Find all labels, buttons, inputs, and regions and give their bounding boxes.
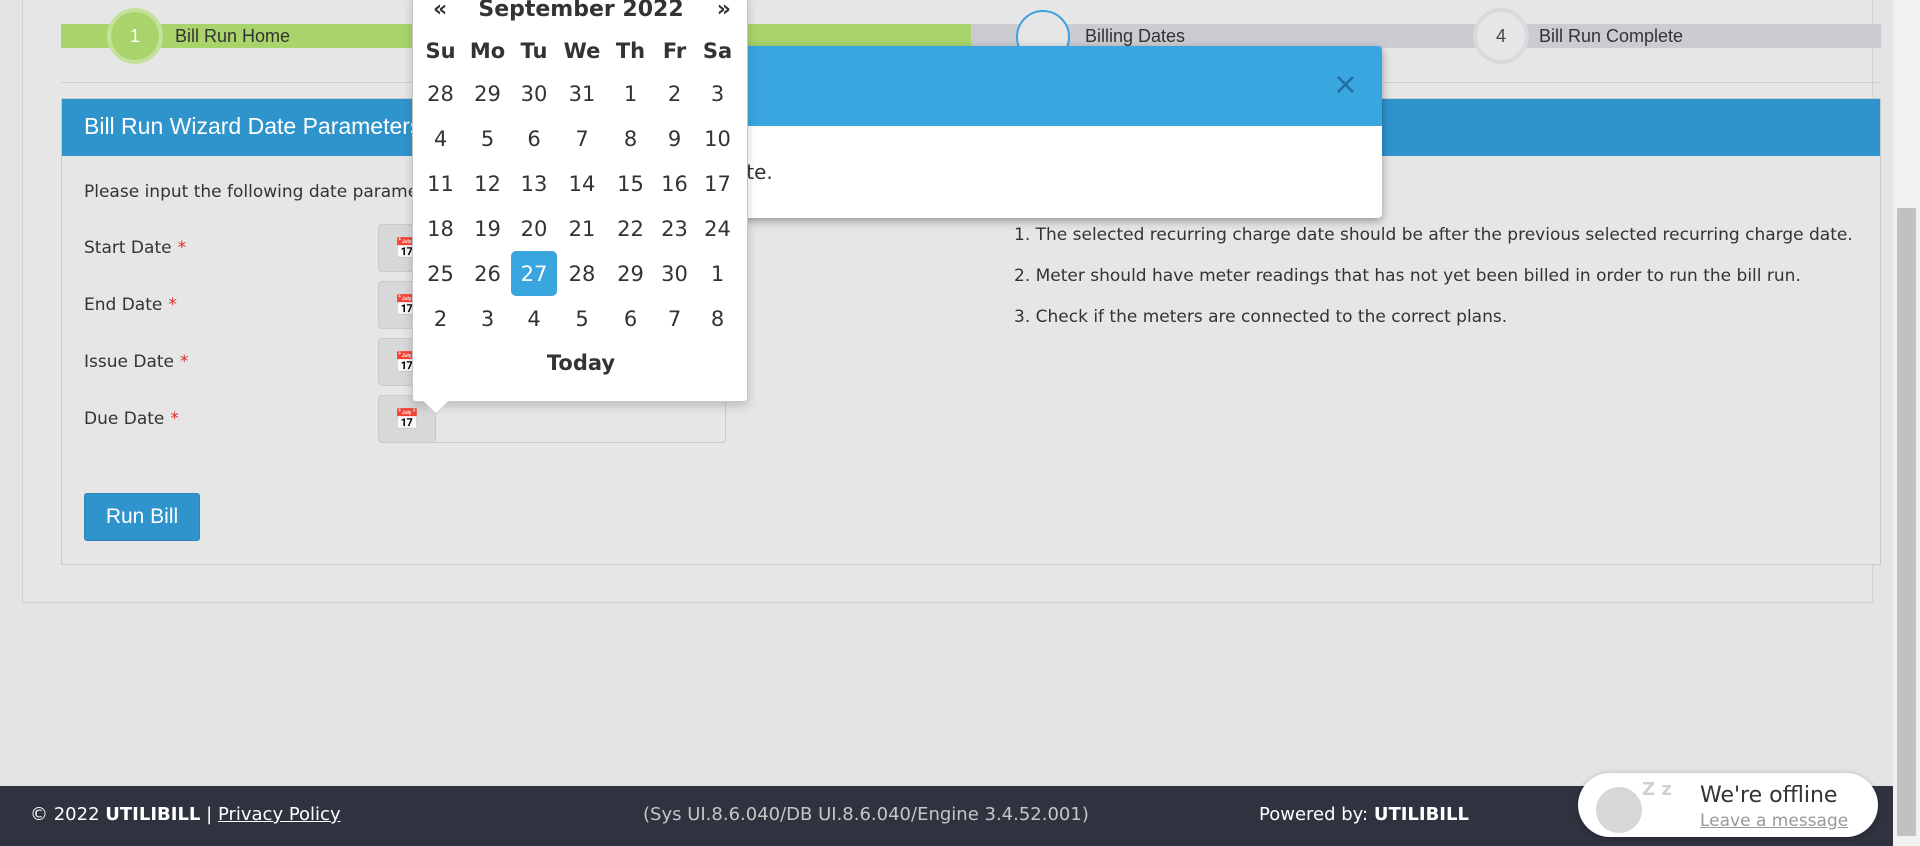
required-marker: * — [170, 409, 179, 429]
day-cell[interactable]: 3 — [464, 296, 511, 341]
note-2: 2. Meter should have meter readings that… — [1014, 266, 1801, 286]
day-cell[interactable]: 8 — [695, 296, 740, 341]
weekday-label: Mo — [469, 39, 506, 63]
scrollbar-thumb[interactable] — [1897, 208, 1916, 836]
due-date-input[interactable] — [435, 395, 726, 443]
day-cell[interactable]: 16 — [654, 161, 695, 206]
weekday-header-row: Su Mo Tu We Th Fr Sa — [417, 31, 740, 71]
next-month-button[interactable]: » — [717, 0, 731, 22]
day-cell[interactable]: 22 — [607, 206, 654, 251]
day-cell[interactable]: 8 — [607, 116, 654, 161]
day-cell[interactable]: 1 — [607, 71, 654, 116]
step-1-circle[interactable]: 1 — [107, 8, 163, 64]
day-cell[interactable]: 2 — [654, 71, 695, 116]
day-cell[interactable]: 29 — [607, 251, 654, 296]
close-icon[interactable]: × — [1333, 70, 1358, 100]
day-cell[interactable]: 13 — [511, 161, 557, 206]
issue-date-label: Issue Date * — [84, 352, 189, 372]
required-marker: * — [177, 238, 187, 258]
panel-intro: Please input the following date parame — [84, 182, 419, 202]
week-row: 11 12 13 14 15 16 17 — [417, 161, 740, 206]
day-cell[interactable]: 7 — [557, 116, 607, 161]
billing-notes: 1. The selected recurring charge date sh… — [1014, 223, 1864, 346]
step-2-label[interactable]: Billing Dates — [1085, 26, 1185, 47]
start-date-label: Start Date * — [84, 238, 187, 258]
chat-status: We're offline — [1700, 783, 1838, 808]
weekday-label: We — [563, 39, 601, 63]
run-bill-button[interactable]: Run Bill — [84, 493, 200, 541]
weekday-label: Sa — [702, 39, 733, 63]
day-cell[interactable]: 9 — [654, 116, 695, 161]
footer-version: (Sys UI.8.6.040/DB UI.8.6.040/Engine 3.4… — [643, 804, 1089, 825]
step-4-label[interactable]: Bill Run Complete — [1539, 26, 1683, 47]
day-cell[interactable]: 12 — [464, 161, 511, 206]
day-cell[interactable]: 6 — [511, 116, 557, 161]
weekday-label: Tu — [520, 39, 548, 63]
leave-message-link[interactable]: Leave a message — [1700, 811, 1848, 831]
note-3: 3. Check if the meters are connected to … — [1014, 307, 1508, 327]
day-cell[interactable]: 2 — [417, 296, 464, 341]
week-row: 28 29 30 31 1 2 3 — [417, 71, 740, 116]
modal-dialog: × ate. — [734, 46, 1382, 218]
end-date-label: End Date * — [84, 295, 177, 315]
day-cell[interactable]: 24 — [695, 206, 740, 251]
selected-day[interactable]: 27 — [511, 251, 557, 296]
day-cell[interactable]: 28 — [557, 251, 607, 296]
day-cell[interactable]: 21 — [557, 206, 607, 251]
day-cell[interactable]: 28 — [417, 71, 464, 116]
note-1: 1. The selected recurring charge date sh… — [1014, 225, 1853, 245]
required-marker: * — [180, 352, 189, 372]
day-cell[interactable]: 10 — [695, 116, 740, 161]
week-row: 2345678 — [417, 296, 740, 341]
day-cell[interactable]: 30 — [511, 71, 557, 116]
day-cell[interactable]: 7 — [654, 296, 695, 341]
day-cell[interactable]: 14 — [557, 161, 607, 206]
sleep-zz-icon: Z z — [1642, 779, 1672, 800]
chat-widget[interactable]: Z z We're offline Leave a message — [1578, 773, 1878, 837]
day-cell[interactable]: 31 — [557, 71, 607, 116]
due-date-label: Due Date * — [84, 409, 179, 429]
day-cell[interactable]: 18 — [417, 206, 464, 251]
day-cell[interactable]: 23 — [654, 206, 695, 251]
required-marker: * — [168, 295, 177, 315]
week-row: 25 26 27 28 29 30 1 — [417, 251, 740, 296]
prev-month-button[interactable]: « — [433, 0, 447, 22]
datepicker-header: September 2022 « » — [413, 0, 749, 29]
day-cell[interactable]: 19 — [464, 206, 511, 251]
day-cell[interactable]: 17 — [695, 161, 740, 206]
privacy-policy-link[interactable]: Privacy Policy — [218, 804, 341, 825]
day-cell[interactable]: 4 — [417, 116, 464, 161]
day-cell[interactable]: 25 — [417, 251, 464, 296]
weekday-label: Su — [425, 39, 456, 63]
step-4-circle[interactable]: 4 — [1473, 8, 1529, 64]
datepicker-popup: September 2022 « » Su Mo Tu We Th Fr Sa 28 29 30 3… — [412, 0, 749, 415]
weekday-label: Fr — [662, 39, 687, 63]
day-cell[interactable]: 6 — [607, 296, 654, 341]
day-cell[interactable]: 5 — [464, 116, 511, 161]
day-cell[interactable]: 26 — [464, 251, 511, 296]
day-cell[interactable]: 1 — [695, 251, 740, 296]
week-row: 18 19 20 21 22 23 24 — [417, 206, 740, 251]
sleeping-avatar-icon — [1596, 787, 1642, 833]
weekday-label: Th — [615, 39, 646, 63]
modal-message: ate. — [734, 160, 773, 184]
day-cell[interactable]: 15 — [607, 161, 654, 206]
datepicker-month-title[interactable]: September 2022 — [413, 0, 749, 22]
modal-header: × — [734, 46, 1382, 126]
footer-powered-by: Powered by: UTILIBILL — [1259, 804, 1469, 825]
datepicker-grid: Su Mo Tu We Th Fr Sa 28 29 30 31 1 2 3 4 5 6 7 8 9 10 11 12 13 1… — [417, 31, 740, 341]
day-cell[interactable]: 3 — [695, 71, 740, 116]
week-row: 4 5 6 7 8 9 10 — [417, 116, 740, 161]
step-1-label[interactable]: Bill Run Home — [175, 26, 290, 47]
day-cell[interactable]: 5 — [557, 296, 607, 341]
day-cell[interactable]: 11 — [417, 161, 464, 206]
day-cell[interactable]: 20 — [511, 206, 557, 251]
day-cell[interactable]: 4 — [511, 296, 557, 341]
footer-copyright: © 2022 UTILIBILL | Privacy Policy — [30, 804, 341, 825]
day-cell[interactable]: 30 — [654, 251, 695, 296]
today-button[interactable]: Today — [413, 351, 749, 375]
day-cell[interactable]: 29 — [464, 71, 511, 116]
